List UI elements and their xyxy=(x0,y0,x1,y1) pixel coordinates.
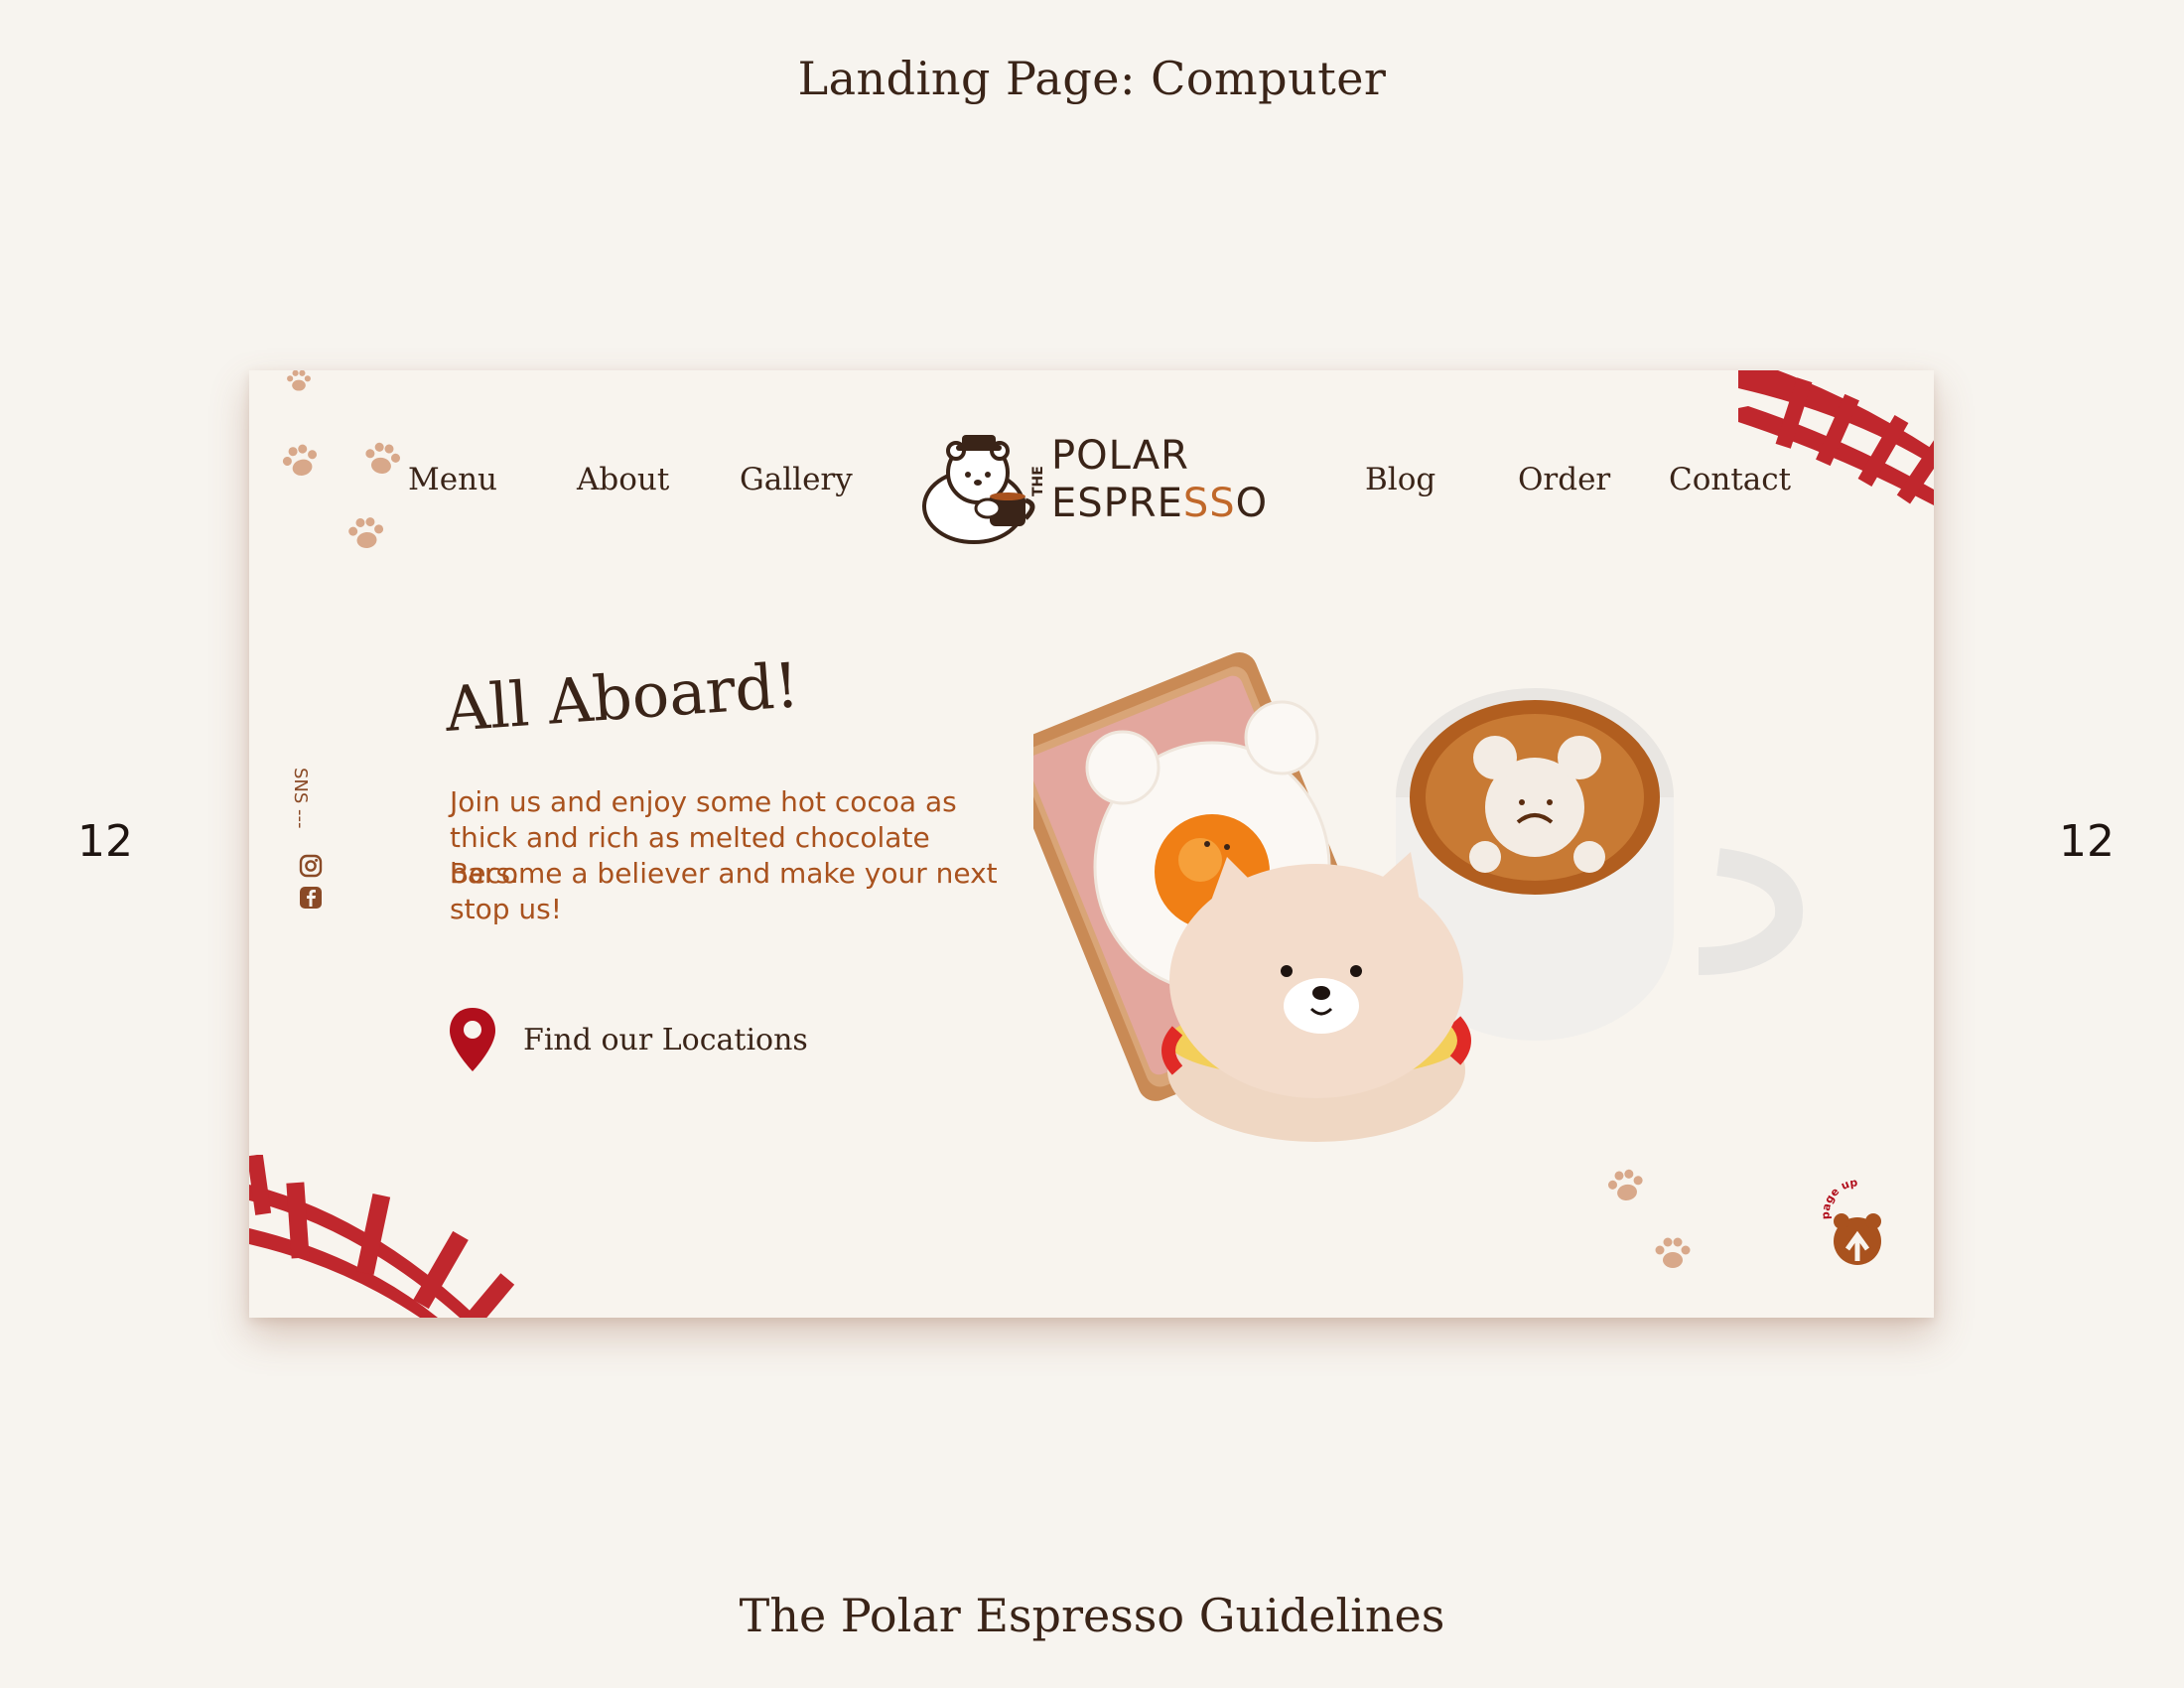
paw-print-icon xyxy=(1655,1237,1691,1268)
nav-order[interactable]: Order xyxy=(1518,462,1610,497)
sns-label: SNS --- xyxy=(290,768,311,829)
logo-espresso-text: ESPRESSO xyxy=(1051,481,1269,526)
page-number-right: 12 xyxy=(2059,816,2115,867)
railway-track-decoration xyxy=(249,1155,515,1318)
landing-page-mockup: Menu About Gallery Blog Order Contact TH… xyxy=(249,370,1934,1318)
page-up-button[interactable]: page up xyxy=(1818,1176,1897,1269)
nav-contact[interactable]: Contact xyxy=(1669,462,1791,497)
location-pin-icon xyxy=(450,1008,495,1071)
paw-print-icon xyxy=(287,370,311,391)
hero-food-image xyxy=(1033,652,1804,1142)
nav-blog[interactable]: Blog xyxy=(1365,462,1435,497)
nav-about[interactable]: About xyxy=(577,462,669,497)
nav-menu[interactable]: Menu xyxy=(408,462,497,497)
page-number-left: 12 xyxy=(77,816,133,867)
svg-text:page up: page up xyxy=(1819,1180,1858,1219)
find-locations-label: Find our Locations xyxy=(523,1022,808,1057)
logo-the-text: THE xyxy=(1030,466,1046,496)
sns-bar: SNS --- xyxy=(290,768,329,1026)
instagram-icon[interactable] xyxy=(298,853,324,879)
hero-paragraph-2: Become a believer and make your next sto… xyxy=(450,857,998,925)
paw-print-icon xyxy=(365,442,400,474)
page-heading: Landing Page: Computer xyxy=(797,52,1387,105)
hero-title: All Aboard! xyxy=(442,648,802,746)
page-up-icon: page up xyxy=(1819,1176,1881,1265)
logo-polar-text: POLAR xyxy=(1051,433,1189,479)
paw-print-icon xyxy=(348,517,384,548)
paw-print-icon xyxy=(282,444,318,476)
page-footer: The Polar Espresso Guidelines xyxy=(739,1589,1445,1642)
find-locations-button[interactable]: Find our Locations xyxy=(448,1004,808,1075)
facebook-icon[interactable] xyxy=(298,885,324,911)
polar-bear-mascot-icon xyxy=(922,435,1035,544)
nav-gallery[interactable]: Gallery xyxy=(740,462,853,497)
brand-logo[interactable]: THE POLAR ESPRESSO xyxy=(916,425,1267,554)
